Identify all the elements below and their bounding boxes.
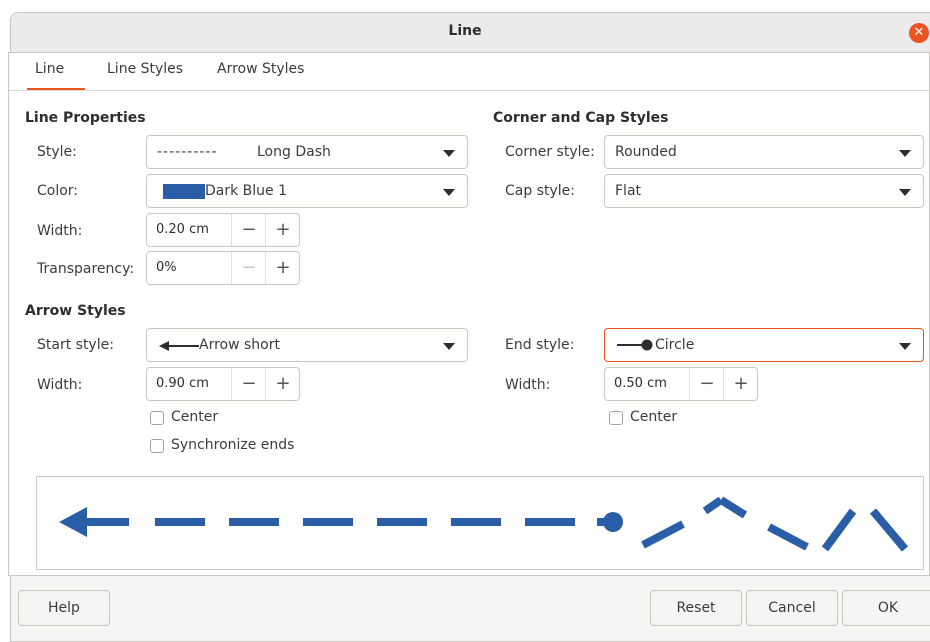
preview-dash: [821, 508, 857, 552]
increment-button[interactable]: +: [265, 368, 300, 400]
dash-preview: ----------: [157, 144, 218, 160]
decrement-button[interactable]: −: [231, 368, 266, 400]
end-width-label: Width:: [505, 377, 551, 393]
arrow-short-icon: [159, 341, 199, 351]
synchronize-ends-label: Synchronize ends: [171, 437, 295, 453]
line-width-spinner[interactable]: 0.20 cm − +: [146, 213, 300, 247]
increment-button[interactable]: +: [723, 368, 758, 400]
circle-end-marker: [603, 512, 623, 532]
transparency-label: Transparency:: [37, 261, 135, 277]
cap-style-label: Cap style:: [505, 183, 575, 199]
preview-dash: [702, 496, 724, 515]
end-center-checkbox[interactable]: [609, 411, 623, 425]
end-style-label: End style:: [505, 337, 575, 353]
line-preview-drawing: [59, 496, 909, 552]
decrement-button[interactable]: −: [689, 368, 724, 400]
chevron-down-icon: [899, 189, 911, 196]
start-style-value: Arrow short: [199, 337, 280, 353]
cancel-button[interactable]: Cancel: [746, 590, 838, 626]
circle-end-icon: [617, 339, 653, 351]
line-width-value: 0.20 cm: [156, 222, 209, 237]
chevron-down-icon: [443, 189, 455, 196]
end-width-value: 0.50 cm: [614, 376, 667, 391]
style-dropdown[interactable]: ---------- Long Dash: [146, 135, 468, 169]
start-style-dropdown[interactable]: Arrow short: [146, 328, 468, 362]
cap-style-dropdown[interactable]: Flat: [604, 174, 924, 208]
end-width-spinner[interactable]: 0.50 cm − +: [604, 367, 758, 401]
start-width-value: 0.90 cm: [156, 376, 209, 391]
increment-button[interactable]: +: [265, 214, 300, 246]
tabs-divider: [9, 90, 929, 91]
preview-dash: [767, 523, 809, 551]
start-width-spinner[interactable]: 0.90 cm − +: [146, 367, 300, 401]
synchronize-ends-checkbox[interactable]: [150, 439, 164, 453]
preview-dash: [869, 508, 909, 552]
start-style-label: Start style:: [37, 337, 114, 353]
corner-cap-heading: Corner and Cap Styles: [493, 110, 669, 126]
increment-button[interactable]: +: [265, 252, 300, 284]
corner-style-value: Rounded: [615, 144, 677, 160]
preview-dash: [641, 520, 685, 549]
line-properties-heading: Line Properties: [25, 110, 146, 126]
start-center-checkbox[interactable]: [150, 411, 164, 425]
end-style-dropdown[interactable]: Circle: [604, 328, 924, 362]
decrement-button[interactable]: −: [231, 252, 266, 284]
start-center-label: Center: [171, 409, 219, 425]
color-value: Dark Blue 1: [205, 183, 288, 199]
arrow-start-marker: [59, 507, 87, 537]
tab-arrow-styles[interactable]: Arrow Styles: [217, 61, 304, 77]
style-label: Style:: [37, 144, 77, 160]
transparency-value: 0%: [156, 260, 177, 275]
end-style-value: Circle: [655, 337, 695, 353]
chevron-down-icon: [899, 343, 911, 350]
tab-line[interactable]: Line: [35, 61, 64, 77]
ok-button[interactable]: OK: [842, 590, 930, 626]
color-dropdown[interactable]: Dark Blue 1: [146, 174, 468, 208]
reset-button[interactable]: Reset: [650, 590, 742, 626]
color-label: Color:: [37, 183, 79, 199]
line-preview: [36, 476, 924, 570]
help-button[interactable]: Help: [18, 590, 110, 626]
tab-line-styles[interactable]: Line Styles: [107, 61, 183, 77]
transparency-spinner[interactable]: 0% − +: [146, 251, 300, 285]
start-width-label: Width:: [37, 377, 83, 393]
width-label: Width:: [37, 223, 83, 239]
dialog-title: Line: [448, 23, 482, 39]
style-value: Long Dash: [257, 144, 331, 160]
decrement-button[interactable]: −: [231, 214, 266, 246]
close-icon[interactable]: ✕: [909, 23, 929, 43]
preview-dash: [718, 496, 748, 519]
end-center-label: Center: [630, 409, 678, 425]
corner-style-label: Corner style:: [505, 144, 595, 160]
cap-style-value: Flat: [615, 183, 642, 199]
chevron-down-icon: [443, 150, 455, 157]
chevron-down-icon: [443, 343, 455, 350]
chevron-down-icon: [899, 150, 911, 157]
corner-style-dropdown[interactable]: Rounded: [604, 135, 924, 169]
color-swatch: [163, 184, 205, 199]
title-bar: Line ✕: [11, 13, 930, 54]
arrow-styles-heading: Arrow Styles: [25, 303, 126, 319]
